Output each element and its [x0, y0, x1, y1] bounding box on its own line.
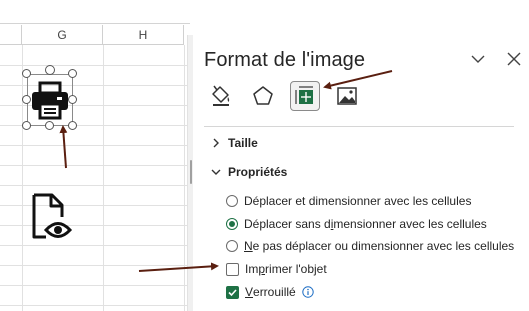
grid-line — [0, 185, 190, 186]
tab-fill-line[interactable] — [206, 81, 236, 111]
grid-line — [0, 65, 190, 66]
grid-line — [0, 285, 190, 286]
tab-size-properties[interactable] — [290, 81, 320, 111]
radio-move-dont-size[interactable]: Déplacer sans d i mensionner avec les cell… — [226, 217, 487, 231]
radio-button[interactable] — [226, 240, 238, 252]
print-object-label-a: Im — [245, 262, 259, 276]
ribbon-strip — [0, 0, 190, 24]
chevron-down-icon — [211, 169, 221, 175]
resize-handle-left[interactable] — [22, 95, 31, 104]
selection-frame — [27, 74, 73, 126]
splitter-grip[interactable] — [190, 160, 192, 184]
document-preview-image[interactable] — [30, 193, 74, 243]
close-icon — [507, 52, 521, 66]
grid-line — [0, 245, 190, 246]
fill-line-icon — [212, 85, 230, 106]
radio-button-selected[interactable] — [226, 218, 238, 230]
checkbox-print-object[interactable]: Im p rimer l'objet — [226, 262, 327, 276]
section-properties-label: Propriétés — [228, 165, 288, 179]
size-properties-icon — [295, 86, 313, 104]
radio-dont-move-label: e pas déplacer ou dimensionner avec les … — [252, 239, 515, 253]
chevron-right-icon — [213, 138, 219, 148]
pane-title: Format de l'image — [204, 49, 366, 71]
radio-move-and-size[interactable]: Déplacer et dimensionner avec les cellul… — [226, 194, 471, 208]
checkbox-print-object-box[interactable] — [226, 262, 239, 276]
radio-dont-move-or-size[interactable]: Ne pas déplacer ou dimensionner avec les… — [226, 239, 514, 253]
resize-handle-bottom[interactable] — [45, 121, 54, 130]
section-properties-header[interactable]: Propriétés — [210, 165, 287, 179]
column-header-g[interactable]: G — [22, 25, 103, 45]
print-object-label-b: rimer l'objet — [265, 262, 327, 276]
grid-line — [0, 165, 190, 166]
document-preview-icon — [32, 193, 73, 239]
pane-close-button[interactable] — [505, 50, 523, 68]
grid-line — [0, 265, 190, 266]
checkmark-icon — [228, 288, 237, 296]
resize-handle-bottom-right[interactable] — [68, 121, 77, 130]
chevron-down-icon — [471, 55, 485, 63]
grid-line — [0, 305, 190, 306]
checkbox-locked-box[interactable] — [226, 285, 239, 299]
radio-button[interactable] — [226, 195, 238, 207]
resize-handle-top-left[interactable] — [22, 69, 31, 78]
worksheet-area[interactable]: G H — [0, 0, 190, 311]
section-size-header[interactable]: Taille — [210, 136, 258, 150]
checkbox-locked[interactable]: Verrouillé — [226, 285, 314, 299]
grid-line — [0, 205, 190, 206]
picture-icon — [337, 87, 357, 105]
pane-divider — [204, 126, 514, 127]
resize-handle-top-right[interactable] — [68, 69, 77, 78]
info-icon[interactable] — [302, 286, 314, 298]
grid-line — [0, 145, 190, 146]
effects-pentagon-icon — [253, 86, 273, 105]
radio-move-dont-size-label-b: mensionner avec les cellules — [333, 217, 487, 231]
radio-dont-move-accesskey: N — [244, 239, 253, 253]
tab-effects[interactable] — [248, 81, 278, 111]
radio-move-dont-size-label-a: Déplacer sans d — [244, 217, 331, 231]
locked-label: errouillé — [253, 285, 296, 299]
resize-handle-bottom-left[interactable] — [22, 121, 31, 130]
section-size-label: Taille — [228, 136, 258, 150]
tab-picture[interactable] — [332, 81, 362, 111]
radio-move-and-size-label: Déplacer et dimensionner avec les cellul… — [244, 194, 472, 208]
pane-options-button[interactable] — [469, 50, 487, 68]
column-header-h[interactable]: H — [103, 25, 184, 45]
print-object-accesskey: p — [258, 262, 266, 276]
grid-line — [0, 225, 190, 226]
locked-accesskey: V — [245, 285, 254, 299]
resize-handle-right[interactable] — [68, 95, 77, 104]
format-picture-pane: Format de l'image Taille Propriétés Dépl… — [193, 24, 529, 311]
column-header-f[interactable] — [0, 25, 22, 45]
rotation-handle[interactable] — [45, 65, 55, 75]
